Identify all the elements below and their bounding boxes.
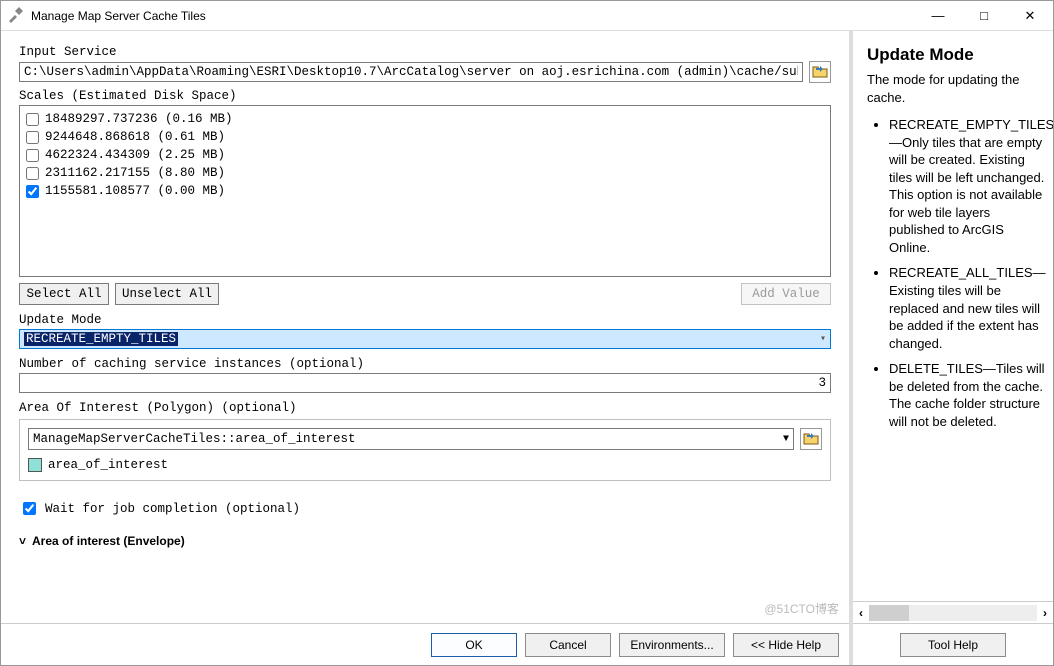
titlebar: Manage Map Server Cache Tiles — □ ✕ (1, 1, 1053, 31)
help-horizontal-scrollbar[interactable]: ‹ › (853, 601, 1053, 623)
help-body: The mode for updating the cache. RECREAT… (853, 71, 1053, 601)
aoi-combo-value: ManageMapServerCacheTiles::area_of_inter… (33, 432, 356, 446)
dialog-window: Manage Map Server Cache Tiles — □ ✕ Inpu… (0, 0, 1054, 666)
aoi-list-item[interactable]: area_of_interest (28, 458, 822, 472)
scale-item[interactable]: 18489297.737236 (0.16 MB) (26, 110, 824, 128)
aoi-panel: ManageMapServerCacheTiles::area_of_inter… (19, 419, 831, 481)
help-list-item: DELETE_TILES—Tiles will be deleted from … (889, 360, 1047, 430)
polygon-swatch-icon (28, 458, 42, 472)
help-list-item: RECREATE_EMPTY_TILES—Only tiles that are… (889, 116, 1047, 256)
scale-label: 2311162.217155 (8.80 MB) (45, 166, 225, 180)
help-list-item: RECREATE_ALL_TILES—Existing tiles will b… (889, 264, 1047, 352)
scale-label: 9244648.868618 (0.61 MB) (45, 130, 225, 144)
scale-item[interactable]: 2311162.217155 (8.80 MB) (26, 164, 824, 182)
help-intro: The mode for updating the cache. (867, 71, 1047, 106)
form-pane: Input Service Scales (Estimated Disk Spa… (1, 31, 853, 665)
chevron-down-icon: ▼ (783, 434, 789, 445)
add-value-button: Add Value (741, 283, 831, 305)
scale-checkbox[interactable] (26, 185, 39, 198)
scale-label: 1155581.108577 (0.00 MB) (45, 184, 225, 198)
scale-item[interactable]: 4622324.434309 (2.25 MB) (26, 146, 824, 164)
help-pane: Update Mode The mode for updating the ca… (853, 31, 1053, 665)
watermark-text: @51CTO博客 (764, 600, 839, 617)
dialog-footer: OK Cancel Environments... << Hide Help (1, 623, 849, 665)
cancel-button[interactable]: Cancel (525, 633, 611, 657)
folder-open-icon (803, 431, 819, 448)
window-title: Manage Map Server Cache Tiles (31, 9, 915, 23)
ok-button[interactable]: OK (431, 633, 517, 657)
scale-checkbox[interactable] (26, 167, 39, 180)
aoi-label: Area Of Interest (Polygon) (optional) (19, 401, 831, 415)
input-service-label: Input Service (19, 45, 831, 59)
help-title: Update Mode (853, 31, 1053, 71)
aoi-combo[interactable]: ManageMapServerCacheTiles::area_of_inter… (28, 428, 794, 450)
scroll-track[interactable] (869, 605, 1037, 621)
aoi-item-label: area_of_interest (48, 458, 168, 472)
browse-input-service-button[interactable] (809, 61, 831, 83)
help-list: RECREATE_EMPTY_TILES—Only tiles that are… (867, 116, 1047, 430)
aoi-envelope-label: Area of interest (Envelope) (32, 534, 185, 548)
update-mode-label: Update Mode (19, 313, 831, 327)
aoi-envelope-section[interactable]: ˅ Area of interest (Envelope) (19, 534, 831, 548)
scale-item[interactable]: 1155581.108577 (0.00 MB) (26, 182, 824, 200)
instances-label: Number of caching service instances (opt… (19, 357, 831, 371)
browse-aoi-button[interactable] (800, 428, 822, 450)
scales-list[interactable]: 18489297.737236 (0.16 MB) 9244648.868618 … (19, 105, 831, 277)
wait-checkbox-row[interactable]: Wait for job completion (optional) (19, 499, 831, 518)
folder-open-icon (812, 64, 828, 81)
chevron-down-icon: ▾ (820, 333, 826, 345)
help-footer: Tool Help (853, 623, 1053, 665)
update-mode-selected: RECREATE_EMPTY_TILES (24, 332, 178, 346)
wait-label: Wait for job completion (optional) (45, 502, 300, 516)
environments-button[interactable]: Environments... (619, 633, 725, 657)
close-button[interactable]: ✕ (1007, 1, 1053, 31)
update-mode-combo[interactable]: RECREATE_EMPTY_TILES ▾ (19, 329, 831, 349)
scroll-thumb[interactable] (869, 605, 909, 621)
input-service-field[interactable] (19, 62, 803, 82)
hide-help-button[interactable]: << Hide Help (733, 633, 839, 657)
hammer-icon (7, 7, 25, 25)
scale-checkbox[interactable] (26, 149, 39, 162)
minimize-button[interactable]: — (915, 1, 961, 31)
wait-checkbox[interactable] (23, 502, 36, 515)
chevron-down-icon: ˅ (19, 534, 26, 548)
tool-help-button[interactable]: Tool Help (900, 633, 1006, 657)
scale-label: 18489297.737236 (0.16 MB) (45, 112, 233, 126)
select-all-button[interactable]: Select All (19, 283, 109, 305)
scroll-right-icon[interactable]: › (1043, 606, 1047, 620)
scale-checkbox[interactable] (26, 131, 39, 144)
scale-label: 4622324.434309 (2.25 MB) (45, 148, 225, 162)
scale-checkbox[interactable] (26, 113, 39, 126)
instances-field[interactable] (19, 373, 831, 393)
unselect-all-button[interactable]: Unselect All (115, 283, 219, 305)
scale-item[interactable]: 9244648.868618 (0.61 MB) (26, 128, 824, 146)
maximize-button[interactable]: □ (961, 1, 1007, 31)
scroll-left-icon[interactable]: ‹ (859, 606, 863, 620)
scales-label: Scales (Estimated Disk Space) (19, 89, 831, 103)
